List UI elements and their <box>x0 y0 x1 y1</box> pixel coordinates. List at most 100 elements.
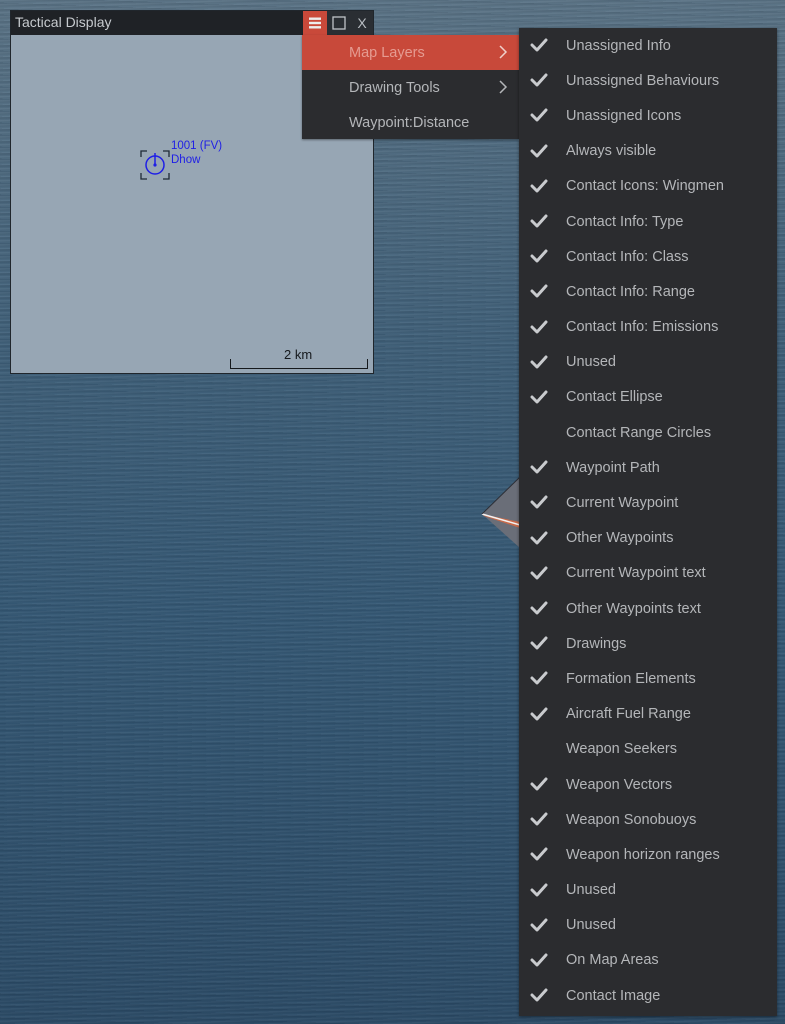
layer-toggle-item[interactable]: Contact Info: Range <box>519 274 777 309</box>
menu-button[interactable] <box>303 11 327 35</box>
layer-toggle-item[interactable]: Current Waypoint <box>519 485 777 520</box>
menu-item-map-layers[interactable]: Map Layers <box>302 35 519 70</box>
maximize-icon <box>332 16 346 30</box>
menu-item-label: Drawing Tools <box>349 79 440 96</box>
layer-toggle-item[interactable]: Weapon horizon ranges <box>519 837 777 872</box>
checkmark-icon <box>530 390 548 404</box>
layer-toggle-label: On Map Areas <box>566 952 659 969</box>
maximize-button[interactable] <box>327 11 351 35</box>
layer-toggle-item[interactable]: On Map Areas <box>519 943 777 978</box>
display-menu: Map Layers Drawing Tools Waypoint:Distan… <box>302 35 519 139</box>
layer-toggle-label: Unassigned Behaviours <box>566 72 720 89</box>
layer-toggle-item[interactable]: Contact Info: Type <box>519 204 777 239</box>
layer-toggle-item[interactable]: Drawings <box>519 626 777 661</box>
layer-toggle-item[interactable]: Contact Info: Emissions <box>519 310 777 345</box>
layer-toggle-item[interactable]: Contact Range Circles <box>519 415 777 450</box>
checkmark-icon <box>530 355 548 369</box>
layer-toggle-label: Unused <box>566 354 616 371</box>
layer-toggle-item[interactable]: Weapon Seekers <box>519 732 777 767</box>
window-title: Tactical Display <box>15 14 112 30</box>
layer-toggle-label: Contact Info: Range <box>566 283 695 300</box>
layer-toggle-item[interactable]: Waypoint Path <box>519 450 777 485</box>
checkmark-icon <box>530 249 548 263</box>
checkmark-icon <box>530 777 548 791</box>
layer-toggle-item[interactable]: Contact Info: Class <box>519 239 777 274</box>
checkmark-icon <box>530 707 548 721</box>
layer-toggle-label: Weapon Vectors <box>566 776 673 793</box>
layer-toggle-label: Contact Info: Class <box>566 248 689 265</box>
layer-toggle-item[interactable]: Unused <box>519 908 777 943</box>
checkmark-icon <box>530 320 548 333</box>
layer-toggle-item[interactable]: Always visible <box>519 134 777 169</box>
layer-toggle-label: Contact Info: Type <box>566 213 684 230</box>
layer-toggle-label: Waypoint Path <box>566 459 660 476</box>
layer-toggle-label: Unassigned Info <box>566 37 671 54</box>
checkmark-icon <box>530 284 548 298</box>
checkmark-icon <box>530 495 548 509</box>
checkmark-icon <box>530 953 548 967</box>
checkmark-icon <box>530 73 548 87</box>
layer-toggle-item[interactable]: Unassigned Behaviours <box>519 63 777 98</box>
layer-toggle-item[interactable]: Unused <box>519 873 777 908</box>
layer-toggle-label: Contact Image <box>566 987 661 1004</box>
layer-toggle-item[interactable]: Weapon Vectors <box>519 767 777 802</box>
checkmark-icon <box>530 38 548 52</box>
checkmark-icon <box>530 531 548 545</box>
checkmark-icon <box>530 883 548 896</box>
layer-toggle-label: Always visible <box>566 143 657 160</box>
layer-toggle-item[interactable]: Unassigned Info <box>519 28 777 63</box>
layer-toggle-label: Unused <box>566 882 616 899</box>
contact-id-label: 1001 (FV) <box>171 140 223 152</box>
layer-toggle-item[interactable]: Formation Elements <box>519 661 777 696</box>
map-layers-submenu: Unassigned Info Unassigned Behaviours Unas… <box>519 28 777 1016</box>
layer-toggle-label: Unused <box>566 917 616 934</box>
menu-item-label: Waypoint:Distance <box>349 114 470 131</box>
layer-toggle-item[interactable]: Unassigned Icons <box>519 98 777 133</box>
checkmark-icon <box>530 108 548 122</box>
layer-toggle-label: Drawings <box>566 635 627 652</box>
layer-toggle-item[interactable]: Other Waypoints text <box>519 591 777 626</box>
layer-toggle-label: Current Waypoint <box>566 495 679 512</box>
layer-toggle-item[interactable]: Current Waypoint text <box>519 556 777 591</box>
menu-item-drawing-tools[interactable]: Drawing Tools <box>302 70 519 105</box>
layer-toggle-label: Contact Ellipse <box>566 389 663 406</box>
layer-toggle-label: Formation Elements <box>566 670 696 687</box>
checkmark-icon <box>530 214 548 228</box>
hamburger-menu-icon <box>309 17 321 29</box>
layer-toggle-label: Unassigned Icons <box>566 107 682 124</box>
checkmark-icon <box>530 671 548 685</box>
layer-toggle-label: Contact Icons: Wingmen <box>566 178 724 195</box>
checkmark-icon <box>530 460 548 474</box>
layer-toggle-item[interactable]: Weapon Sonobuoys <box>519 802 777 837</box>
menu-item-label: Map Layers <box>349 44 425 61</box>
checkmark-icon <box>530 812 548 826</box>
close-button[interactable]: X <box>351 11 373 35</box>
layer-toggle-label: Weapon Seekers <box>566 741 677 758</box>
menu-item-waypoint-distance[interactable]: Waypoint:Distance <box>302 105 519 140</box>
checkmark-icon <box>530 144 548 158</box>
layer-toggle-item[interactable]: Aircraft Fuel Range <box>519 697 777 732</box>
contact-symbol[interactable] <box>139 149 171 181</box>
layer-toggle-label: Contact Range Circles <box>566 424 712 441</box>
layer-toggle-label: Contact Info: Emissions <box>566 319 719 336</box>
checkmark-icon <box>530 179 548 193</box>
window-titlebar[interactable]: Tactical Display X <box>11 11 373 35</box>
layer-toggle-label: Current Waypoint text <box>566 565 706 582</box>
checkmark-icon <box>530 636 548 650</box>
contact-type-label: Dhow <box>171 154 201 166</box>
chevron-right-icon <box>499 45 508 59</box>
chevron-right-icon <box>499 80 508 94</box>
scale-bar <box>230 359 368 369</box>
close-icon: X <box>357 15 367 31</box>
checkmark-icon <box>530 601 548 615</box>
layer-toggle-item[interactable]: Unused <box>519 345 777 380</box>
checkmark-icon <box>530 566 548 580</box>
layer-toggle-label: Other Waypoints <box>566 530 674 547</box>
checkmark-icon <box>530 847 548 861</box>
checkmark-icon <box>530 988 548 1002</box>
layer-toggle-item[interactable]: Contact Image <box>519 978 777 1013</box>
layer-toggle-item[interactable]: Contact Ellipse <box>519 380 777 415</box>
layer-toggle-item[interactable]: Contact Icons: Wingmen <box>519 169 777 204</box>
layer-toggle-item[interactable]: Other Waypoints <box>519 521 777 556</box>
layer-toggle-label: Other Waypoints text <box>566 600 701 617</box>
